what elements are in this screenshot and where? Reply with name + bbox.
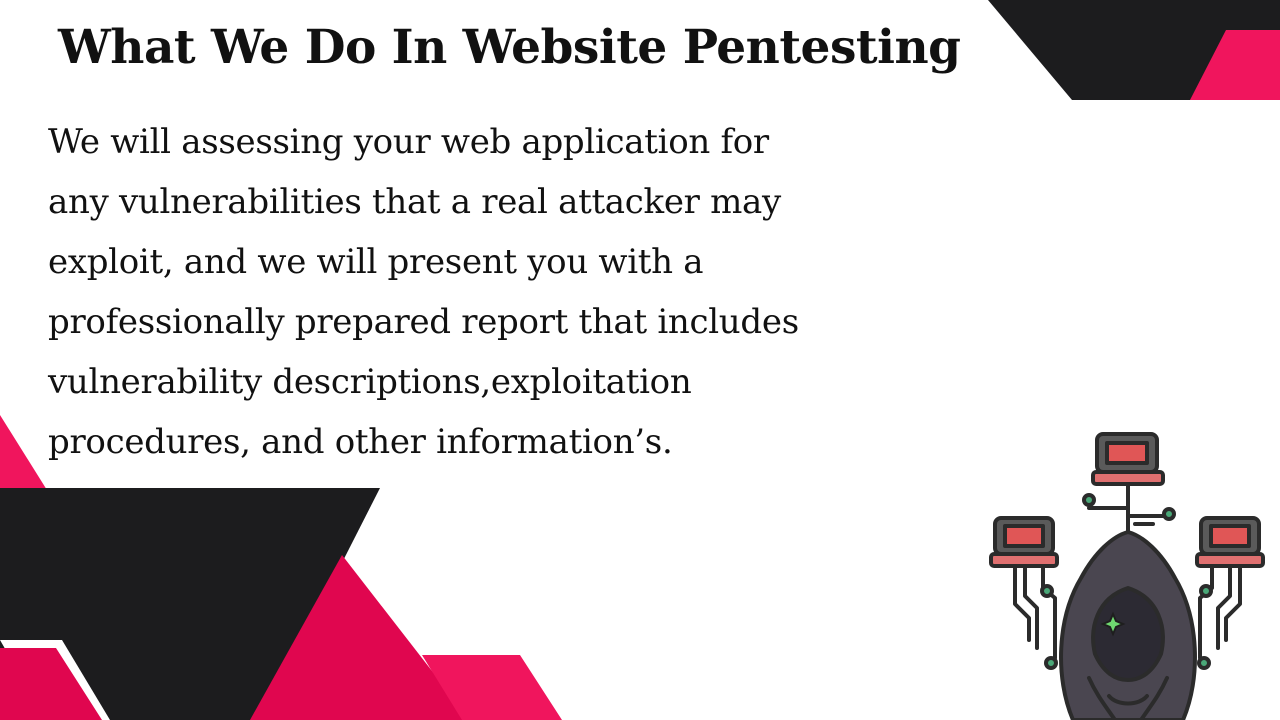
face-shadow bbox=[1091, 586, 1165, 682]
description-line: exploit, and we will present you with a bbox=[48, 242, 704, 282]
top-laptop-icon bbox=[1091, 432, 1165, 486]
right-laptop-icon bbox=[1195, 516, 1265, 568]
description-line: professionally prepared report that incl… bbox=[48, 302, 799, 342]
left-laptop-icon bbox=[989, 516, 1059, 568]
description-line: any vulnerabilities that a real attacker… bbox=[48, 182, 781, 222]
page-title: What We Do In Website Pentesting bbox=[58, 20, 961, 75]
hooded-hacker-with-network-icon bbox=[989, 432, 1265, 720]
description-line: procedures, and other information’s. bbox=[48, 422, 673, 462]
description-line: vulnerability descriptions,exploitation bbox=[48, 362, 692, 402]
description-paragraph: We will assessing your web application f… bbox=[48, 112, 799, 472]
description-line: We will assessing your web application f… bbox=[48, 122, 769, 162]
